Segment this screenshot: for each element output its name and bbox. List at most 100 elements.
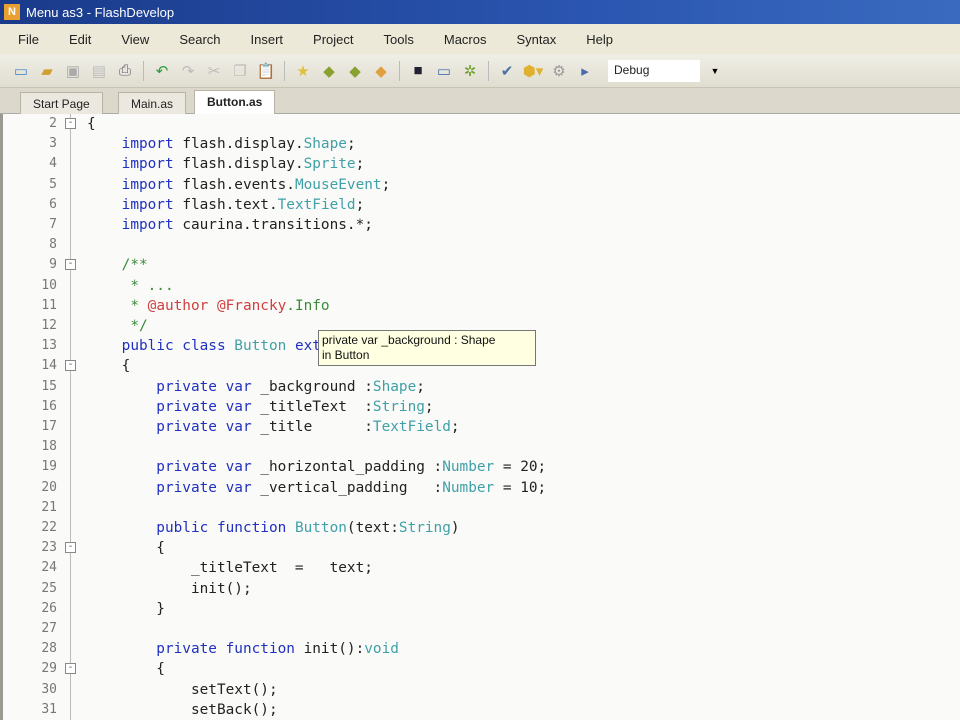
- line-number: 16: [41, 398, 57, 414]
- menu-macros[interactable]: Macros: [426, 32, 499, 47]
- line-number: 22: [41, 520, 57, 535]
- cut-icon[interactable]: ✂: [203, 60, 225, 82]
- fold-toggle-icon[interactable]: -: [65, 259, 76, 271]
- refresh-icon[interactable]: ✲: [459, 60, 481, 82]
- line-number: 30: [41, 681, 57, 697]
- code-token: Number: [442, 459, 495, 476]
- menu-syntax[interactable]: Syntax: [498, 32, 568, 47]
- line-number: 10: [41, 277, 57, 293]
- code-text: private var _horizontal_padding :Number …: [87, 457, 546, 477]
- menu-search[interactable]: Search: [161, 32, 232, 47]
- code-line[interactable]: 30 setText();: [3, 680, 960, 700]
- print-icon[interactable]: ⎙: [114, 60, 136, 82]
- code-line[interactable]: 24 _titleText = text;: [3, 558, 960, 578]
- menu-insert[interactable]: Insert: [233, 32, 296, 47]
- menu-project[interactable]: Project: [295, 32, 365, 47]
- menu-tools[interactable]: Tools: [366, 32, 426, 47]
- run-icon[interactable]: ▸: [574, 60, 596, 82]
- code-token: String: [398, 520, 451, 536]
- new-file-icon[interactable]: ▭: [10, 60, 32, 82]
- code-line[interactable]: 21: [3, 498, 960, 518]
- tab-main-as[interactable]: Main.as: [118, 92, 187, 114]
- code-text: /**: [87, 255, 148, 275]
- code-line[interactable]: 17 private var _title :TextField;: [3, 417, 960, 437]
- code-line[interactable]: 7 import caurina.transitions.*;: [3, 215, 960, 235]
- code-line[interactable]: 16 private var _titleText :String;: [3, 397, 960, 417]
- code-text: {: [87, 114, 96, 134]
- code-line[interactable]: 31 setBack();: [3, 700, 960, 720]
- paste-icon[interactable]: 📋: [255, 60, 277, 82]
- fold-toggle-icon[interactable]: -: [65, 542, 76, 554]
- code-line[interactable]: 18: [3, 437, 960, 457]
- code-token: flash.display.: [182, 136, 304, 153]
- save-all-icon[interactable]: ▤: [88, 60, 110, 82]
- code-token: ;: [450, 419, 460, 435]
- code-line[interactable]: 27: [3, 619, 960, 639]
- clear-bookmarks-icon[interactable]: ◆: [370, 60, 392, 82]
- code-text: setBack();: [87, 700, 278, 720]
- build-icon[interactable]: ⬢▾: [522, 60, 544, 82]
- redo-icon[interactable]: ↷: [177, 60, 199, 82]
- menu-help[interactable]: Help: [568, 32, 625, 47]
- code-token: import: [87, 176, 183, 193]
- tab-start-page[interactable]: Start Page: [20, 92, 103, 114]
- settings-icon[interactable]: ⚙: [548, 60, 570, 82]
- line-number: 19: [41, 459, 57, 475]
- next-bookmark-icon[interactable]: ◆: [318, 60, 340, 82]
- line-number: 5: [49, 176, 57, 192]
- code-line[interactable]: 29- {: [3, 659, 960, 679]
- fold-toggle-icon[interactable]: -: [65, 360, 76, 372]
- line-number: 13: [41, 338, 57, 354]
- tab-button-as[interactable]: Button.as: [194, 90, 276, 114]
- code-line[interactable]: 25 init();: [3, 579, 960, 599]
- code-line[interactable]: 9- /**: [3, 255, 960, 275]
- menu-view[interactable]: View: [103, 32, 161, 47]
- undo-icon[interactable]: ↶: [151, 60, 173, 82]
- code-line[interactable]: 23- {: [3, 538, 960, 558]
- menu-file[interactable]: File: [0, 32, 51, 47]
- panel-icon[interactable]: ▭: [433, 60, 455, 82]
- code-line[interactable]: 4 import flash.display.Sprite;: [3, 154, 960, 174]
- bookmark-icon[interactable]: ★: [292, 60, 314, 82]
- menu-edit[interactable]: Edit: [51, 32, 103, 47]
- document-tabs: Start Page Main.as Button.as: [0, 88, 960, 114]
- code-token: setText();: [87, 681, 278, 698]
- code-token: TextField: [372, 419, 451, 435]
- code-token: /**: [87, 257, 148, 274]
- code-token: MouseEvent: [294, 176, 382, 193]
- open-file-icon[interactable]: ▰: [36, 60, 58, 82]
- fold-toggle-icon[interactable]: -: [65, 118, 76, 129]
- code-line[interactable]: 5 import flash.events.MouseEvent;: [3, 175, 960, 195]
- separator: [488, 60, 489, 81]
- chevron-down-icon[interactable]: ▼: [708, 60, 722, 82]
- code-line[interactable]: 28 private function init():void: [3, 639, 960, 659]
- menu-bar: File Edit View Search Insert Project Tools Macr…: [0, 24, 960, 54]
- code-text: import flash.events.MouseEvent;: [87, 175, 391, 195]
- separator: [284, 60, 285, 81]
- code-line[interactable]: 8: [3, 235, 960, 255]
- code-line[interactable]: 2-{: [3, 114, 960, 134]
- code-line[interactable]: 26 }: [3, 599, 960, 619]
- code-token: ;: [355, 156, 365, 173]
- code-editor[interactable]: 2-{3 import flash.display.Shape; 4 import…: [0, 114, 960, 720]
- fold-toggle-icon[interactable]: -: [65, 663, 76, 675]
- code-line[interactable]: 15 private var _background :Shape;: [3, 377, 960, 397]
- code-line[interactable]: 10 * ...: [3, 276, 960, 296]
- code-text: private function init():void: [87, 639, 399, 659]
- code-line[interactable]: 20 private var _vertical_padding :Number…: [3, 478, 960, 498]
- code-tooltip: private var _background : Shape in Butto…: [318, 330, 536, 366]
- command-prompt-icon[interactable]: ■: [407, 60, 429, 82]
- prev-bookmark-icon[interactable]: ◆: [344, 60, 366, 82]
- code-line[interactable]: 3 import flash.display.Shape;: [3, 134, 960, 154]
- window-title: Menu as3 - FlashDevelop: [26, 4, 175, 20]
- configuration-select[interactable]: Debug: [608, 59, 700, 82]
- line-number: 14: [41, 358, 57, 374]
- code-line[interactable]: 22 public function Button(text:String): [3, 518, 960, 538]
- code-token: import: [87, 196, 183, 213]
- check-syntax-icon[interactable]: ✔: [496, 60, 518, 82]
- save-icon[interactable]: ▣: [62, 60, 84, 82]
- copy-icon[interactable]: ❐: [229, 60, 251, 82]
- code-line[interactable]: 6 import flash.text.TextField;: [3, 195, 960, 215]
- code-line[interactable]: 11 * @author @Francky.Info: [3, 296, 960, 316]
- code-line[interactable]: 19 private var _horizontal_padding :Numb…: [3, 457, 960, 477]
